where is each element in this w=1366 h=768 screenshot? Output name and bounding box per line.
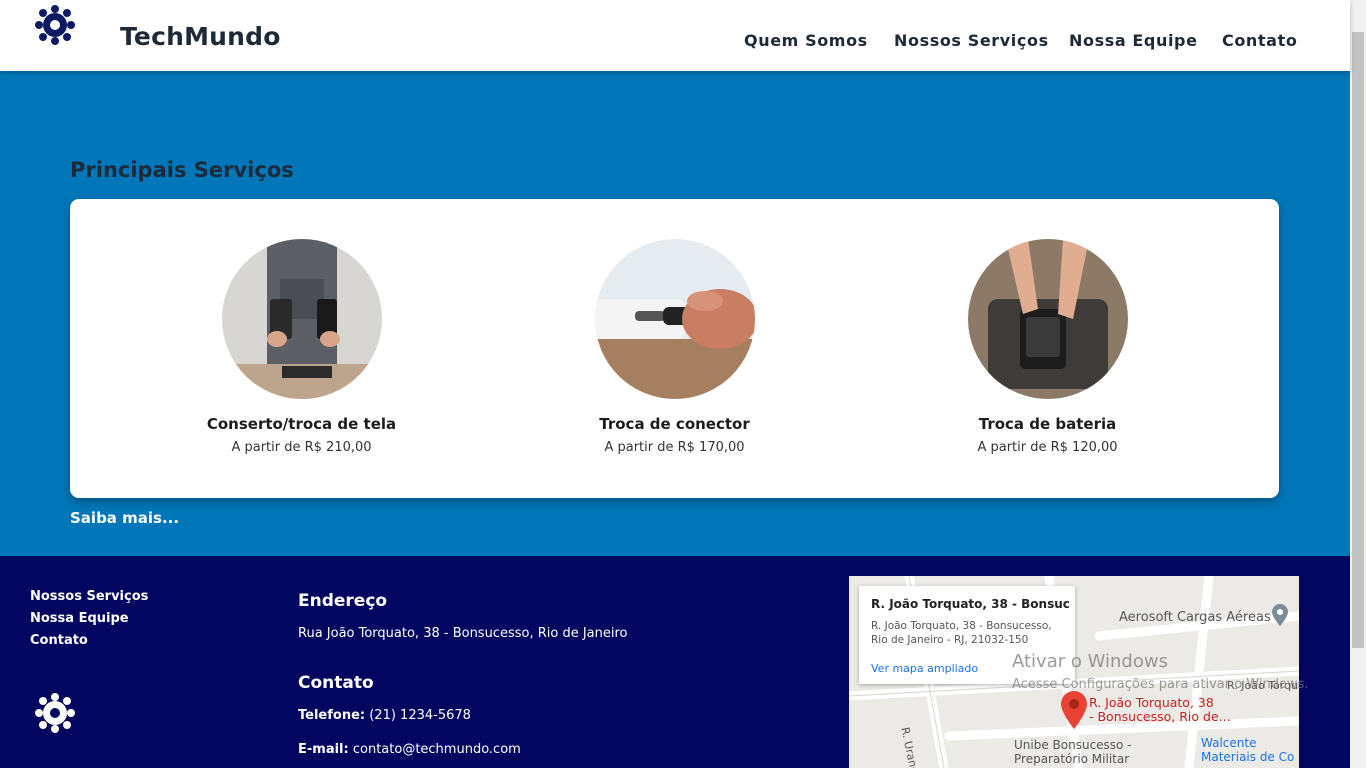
nav-nossos-servicos[interactable]: Nossos Serviços bbox=[894, 31, 1049, 50]
map-pin-label-line2: - Bonsucesso, Rio de... bbox=[1089, 709, 1231, 724]
phone-label: Telefone: bbox=[298, 708, 366, 723]
map-place-pin-icon bbox=[1272, 604, 1288, 626]
map-pin-label-line1: R. João Torquato, 38 bbox=[1089, 695, 1214, 710]
map-pin-label: R. João Torquato, 38 - Bonsucesso, Rio d… bbox=[1089, 696, 1231, 724]
gear-logo-icon bbox=[35, 693, 75, 733]
map-popup-title: R. João Torquato, 38 - Bonsuc... bbox=[871, 597, 1071, 611]
windows-watermark-title: Ativar o Windows bbox=[1012, 651, 1168, 672]
email-label: E-mail: bbox=[298, 742, 349, 757]
footer-link-equipe[interactable]: Nossa Equipe bbox=[30, 611, 129, 626]
service-photo-bateria bbox=[968, 239, 1128, 399]
map-place-walcente[interactable]: Walcente Materiais de Co bbox=[1201, 736, 1294, 764]
service-name: Troca de bateria bbox=[978, 415, 1117, 433]
nav-quem-somos[interactable]: Quem Somos bbox=[744, 31, 868, 50]
map-place-unibe[interactable]: Unibe Bonsucesso - Preparatório Militar bbox=[1014, 738, 1132, 766]
map-place-unibe-line1: Unibe Bonsucesso - bbox=[1014, 738, 1132, 752]
services-card: Conserto/troca de tela A partir de R$ 21… bbox=[70, 199, 1279, 498]
map-popup-address-line1: R. João Torquato, 38 - Bonsucesso, bbox=[871, 620, 1052, 632]
phone-value: (21) 1234-5678 bbox=[369, 708, 471, 723]
saiba-mais-link[interactable]: Saiba mais... bbox=[70, 509, 179, 527]
service-photo-conector bbox=[595, 239, 755, 399]
service-price: A partir de R$ 170,00 bbox=[604, 440, 745, 455]
service-item-bateria: Troca de bateria A partir de R$ 120,00 bbox=[861, 199, 1234, 498]
map-location-pin-icon[interactable] bbox=[1061, 691, 1087, 729]
services-title: Principais Serviços bbox=[70, 158, 294, 182]
map-place-unibe-line2: Preparatório Militar bbox=[1014, 752, 1130, 766]
map-place-walcente-line1: Walcente bbox=[1201, 736, 1257, 750]
map-enlarge-link[interactable]: Ver mapa ampliado bbox=[871, 662, 978, 675]
scrollbar-thumb[interactable] bbox=[1352, 32, 1364, 648]
map-popup-address: R. João Torquato, 38 - Bonsucesso, Rio d… bbox=[871, 619, 1071, 647]
google-map-embed[interactable]: R. João Torquato, 38 - Bonsuc... R. João… bbox=[849, 576, 1299, 768]
service-item-tela: Conserto/troca de tela A partir de R$ 21… bbox=[115, 199, 488, 498]
nav-contato[interactable]: Contato bbox=[1222, 31, 1297, 50]
address-text: Rua João Torquato, 38 - Bonsucesso, Rio … bbox=[298, 626, 628, 641]
gear-logo-icon[interactable] bbox=[34, 3, 76, 45]
footer-link-servicos[interactable]: Nossos Serviços bbox=[30, 589, 148, 604]
service-name: Troca de conector bbox=[599, 415, 750, 433]
service-name: Conserto/troca de tela bbox=[206, 415, 397, 433]
service-item-conector: Troca de conector A partir de R$ 170,00 bbox=[488, 199, 861, 498]
service-price: A partir de R$ 210,00 bbox=[231, 440, 372, 455]
map-place-aerosoft[interactable]: Aerosoft Cargas Aéreas bbox=[1119, 610, 1271, 625]
contact-heading: Contato bbox=[298, 673, 374, 693]
nav-nossa-equipe[interactable]: Nossa Equipe bbox=[1069, 31, 1198, 50]
address-heading: Endereço bbox=[298, 591, 388, 611]
windows-watermark-text: Acesse Configurações para ativar o Windo… bbox=[1012, 677, 1309, 692]
brand-name[interactable]: TechMundo bbox=[120, 22, 281, 51]
map-popup-address-line2: Rio de Janeiro - RJ, 21032-150 bbox=[871, 634, 1029, 646]
service-photo-tela bbox=[222, 239, 382, 399]
site-header: TechMundo Quem Somos Nossos Serviços Nos… bbox=[0, 0, 1350, 71]
map-place-walcente-line2: Materiais de Co bbox=[1201, 750, 1295, 764]
footer-link-contato[interactable]: Contato bbox=[30, 633, 88, 648]
email-value[interactable]: contato@techmundo.com bbox=[353, 742, 521, 757]
service-price: A partir de R$ 120,00 bbox=[977, 440, 1118, 455]
phone-line: Telefone: (21) 1234-5678 bbox=[298, 708, 471, 723]
email-line: E-mail: contato@techmundo.com bbox=[298, 742, 521, 757]
